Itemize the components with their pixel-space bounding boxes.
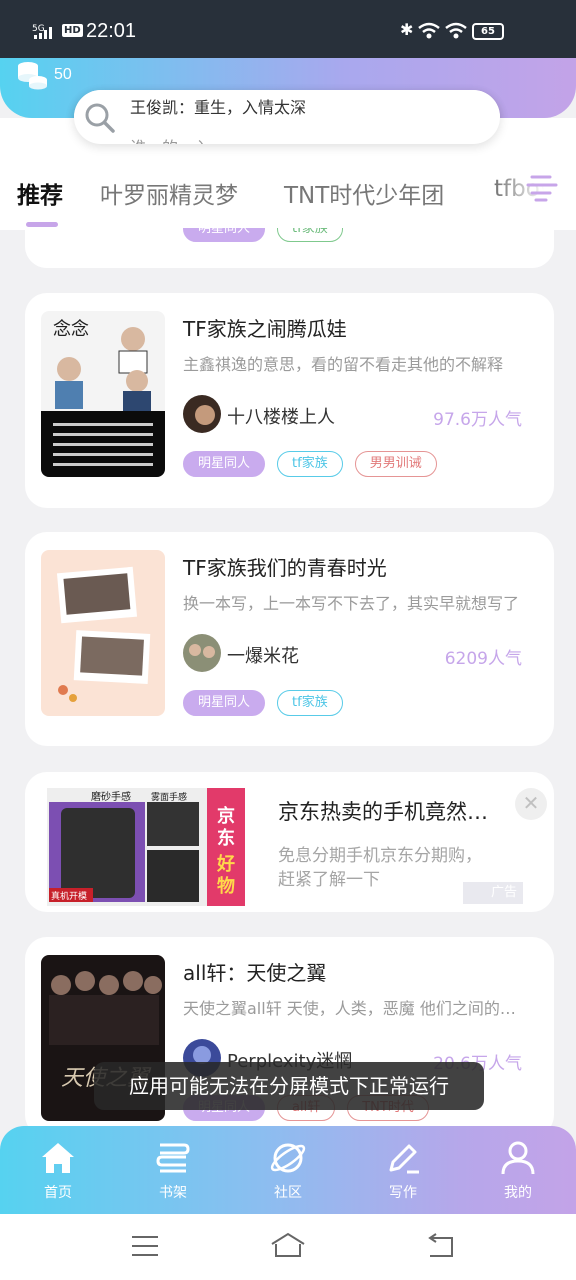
ad-title[interactable]: 京东热卖的手机竟然… bbox=[278, 796, 488, 826]
svg-text:好: 好 bbox=[216, 853, 235, 875]
svg-text:磨砂手感: 磨砂手感 bbox=[91, 790, 131, 803]
pen-icon bbox=[389, 1144, 419, 1174]
wifi-icon bbox=[418, 22, 440, 39]
nav-label: 书架 bbox=[159, 1185, 187, 1201]
tag[interactable]: 明星同人 bbox=[183, 228, 266, 242]
coin-count: 50 bbox=[54, 66, 72, 83]
book-title[interactable]: TF家族之闹腾瓜娃 bbox=[183, 313, 347, 342]
back-icon[interactable] bbox=[424, 1232, 456, 1260]
author-name[interactable]: 一爆米花 bbox=[227, 642, 299, 668]
bluetooth-icon: ✱ bbox=[400, 20, 414, 39]
svg-text:物: 物 bbox=[217, 875, 235, 897]
menu-icon[interactable] bbox=[130, 1232, 160, 1260]
search-placeholder-text: 王俊凯：重生，入情太深 bbox=[130, 98, 307, 117]
author-avatar[interactable] bbox=[183, 395, 221, 433]
book-title[interactable]: TF家族我们的青春时光 bbox=[183, 552, 387, 581]
book-description: 天使之翼all轩 天使，人类，恶魔 他们之间的故事 bbox=[183, 999, 531, 1018]
svg-text:雾面手感: 雾面手感 bbox=[151, 791, 187, 803]
svg-text:真机开模: 真机开模 bbox=[51, 890, 87, 902]
ad-card[interactable]: 京 东 好 物 磨砂手感 雾面手感 真机开模 京东热卖的手机竟然… 免息分期手机… bbox=[25, 772, 554, 912]
planet-icon bbox=[270, 1143, 306, 1173]
bottom-nav: 首页 书架 社区 写作 我的 bbox=[0, 1126, 576, 1214]
tag[interactable]: tf家族 bbox=[277, 451, 343, 477]
nav-label: 首页 bbox=[44, 1185, 72, 1201]
book-card[interactable]: 念念 TF家族之闹腾瓜娃 主鑫祺逸的意思，看的留不看走其他的不解释 十八楼楼上人… bbox=[25, 293, 554, 508]
tab-tnt-label[interactable]: TNT时代少年团 bbox=[284, 176, 444, 210]
book-description: 换一本写，上一本写不下去了，其实早就想写了 bbox=[183, 594, 520, 613]
popularity-count: 97.6万人气 bbox=[433, 410, 522, 430]
user-icon bbox=[501, 1141, 535, 1175]
nav-label: 社区 bbox=[274, 1185, 302, 1201]
battery-icon: 65 bbox=[472, 23, 504, 40]
popularity-count: 6209人气 bbox=[444, 649, 522, 669]
ad-image[interactable]: 京 东 好 物 磨砂手感 雾面手感 真机开模 bbox=[47, 788, 245, 906]
tab-recommend-label[interactable]: 推荐 bbox=[17, 176, 63, 210]
tag[interactable]: tf家族 bbox=[277, 228, 343, 242]
cover-caption: 念念 bbox=[53, 318, 89, 340]
system-nav-bar bbox=[0, 1214, 576, 1280]
nav-write[interactable]: 写作 bbox=[363, 1138, 443, 1202]
ad-description: 免息分期手机京东分期购，赶紧了解一下 bbox=[278, 846, 482, 890]
nav-label: 我的 bbox=[504, 1185, 532, 1201]
nav-profile[interactable]: 我的 bbox=[478, 1138, 558, 1202]
home-icon bbox=[42, 1143, 74, 1173]
tag[interactable]: 男男训诫 bbox=[354, 451, 437, 477]
book-description: 主鑫祺逸的意思，看的留不看走其他的不解释 bbox=[183, 355, 504, 374]
nav-bookshelf[interactable]: 书架 bbox=[133, 1138, 213, 1202]
book-cover[interactable] bbox=[41, 550, 165, 716]
tag[interactable]: tf家族 bbox=[277, 690, 343, 716]
hd-badge: HD bbox=[62, 24, 83, 37]
book-title[interactable]: all轩：天使之翼 bbox=[183, 957, 326, 986]
tab-yeluoli-label[interactable]: 叶罗丽精灵梦 bbox=[100, 176, 238, 210]
tag[interactable]: 明星同人 bbox=[183, 690, 266, 716]
wifi-icon-2 bbox=[445, 22, 467, 39]
book-card[interactable]: TF家族我们的青春时光 换一本写，上一本写不下去了，其实早就想写了 一爆米花 6… bbox=[25, 532, 554, 746]
nav-home[interactable]: 首页 bbox=[18, 1138, 98, 1202]
active-tab-underline bbox=[26, 222, 58, 227]
signal-icon: 5G bbox=[32, 24, 52, 39]
nav-community[interactable]: 社区 bbox=[248, 1138, 328, 1202]
svg-text:东: 东 bbox=[217, 827, 235, 849]
search-next-hint-text: 谁…的…入… bbox=[130, 134, 226, 144]
book-card-partial-bottom[interactable]: 明星同人 tf家族 bbox=[25, 228, 554, 268]
status-bar: 5G HD 22:01 ✱ 65 bbox=[0, 0, 576, 62]
category-tabs-visible: 推荐 叶罗丽精灵梦 TNT时代少年团 tfboys bbox=[0, 172, 576, 227]
author-name[interactable]: 十八楼楼上人 bbox=[227, 403, 335, 429]
coins-icon[interactable] bbox=[16, 60, 50, 90]
clock: 22:01 bbox=[86, 20, 137, 42]
book-cover[interactable]: 念念 bbox=[41, 311, 165, 477]
close-icon[interactable]: ✕ bbox=[515, 788, 547, 820]
nav-label: 写作 bbox=[389, 1185, 417, 1201]
home-button-icon[interactable] bbox=[270, 1232, 306, 1260]
bookshelf-icon bbox=[156, 1143, 190, 1173]
author-avatar[interactable] bbox=[183, 634, 221, 672]
svg-text:5G: 5G bbox=[32, 24, 45, 34]
search-icon-front bbox=[85, 103, 115, 133]
category-menu-button-icon[interactable] bbox=[526, 172, 560, 202]
ad-badge: 广告 bbox=[463, 882, 523, 904]
split-screen-toast: 应用可能无法在分屏模式下正常运行 bbox=[94, 1062, 484, 1110]
search-bar-front[interactable]: 王俊凯：重生，入情太深 谁…的…入… bbox=[74, 90, 500, 144]
tag[interactable]: 明星同人 bbox=[183, 451, 266, 477]
ad-image-main-text: 京 bbox=[217, 805, 235, 827]
